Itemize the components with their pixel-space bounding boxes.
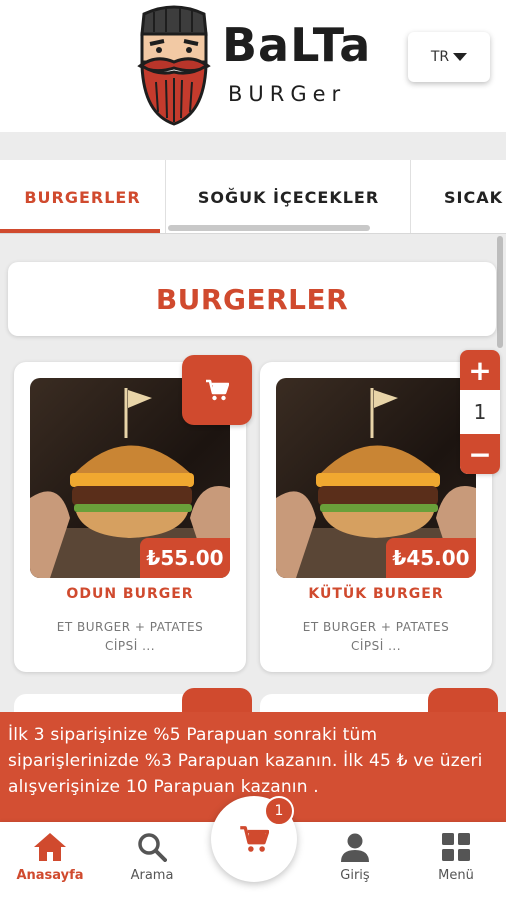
tab-sicak[interactable]: SICAK (412, 160, 506, 233)
mascot-logo-icon (137, 5, 211, 126)
cart-icon (206, 379, 229, 401)
product-description: ET BURGER + PATATES CİPSİ ... (302, 620, 450, 653)
cart-icon (240, 826, 269, 852)
caret-down-icon (453, 53, 468, 61)
quantity-value: 1 (473, 400, 487, 424)
tabs-scrollbar[interactable] (168, 225, 370, 231)
balta-burger-logo[interactable]: BaLTa BURGer (134, 4, 384, 128)
brand-subtitle: BURGer (228, 82, 347, 106)
section-title: BURGERLER (8, 262, 496, 336)
tab-soguk-icecekler[interactable]: SOĞUK İÇECEKLER (167, 160, 411, 233)
increase-quantity-button[interactable]: + (460, 350, 500, 390)
decrease-quantity-button[interactable]: − (460, 434, 500, 474)
language-label: TR (430, 49, 450, 65)
search-icon (138, 833, 167, 862)
brand-name: BaLTa (222, 18, 372, 72)
active-tab-indicator (0, 229, 160, 233)
product-card[interactable]: ₺45.00 KÜTÜK BURGER ET BURGER + PATATES … (260, 362, 492, 672)
user-icon (341, 833, 369, 862)
app-header: BaLTa BURGer TR (0, 0, 506, 132)
nav-login[interactable]: Giriş (310, 832, 400, 896)
language-selector[interactable]: TR (408, 32, 490, 82)
nav-home[interactable]: Anasayfa (5, 832, 95, 896)
product-price: ₺45.00 (386, 538, 476, 578)
product-price: ₺55.00 (140, 538, 230, 578)
cart-count-badge: 1 (264, 796, 294, 826)
category-tabs: BURGERLER SOĞUK İÇECEKLER SICAK (0, 160, 506, 234)
quantity-stepper: + 1 − (460, 350, 500, 474)
nav-menu-label: Menü (438, 868, 474, 883)
grid-menu-icon (442, 833, 470, 861)
nav-menu[interactable]: Menü (411, 832, 501, 896)
add-to-cart-button[interactable] (182, 355, 252, 425)
home-icon (34, 833, 66, 861)
product-name: ODUN BURGER (66, 586, 194, 602)
product-description: ET BURGER + PATATES CİPSİ ... (56, 620, 204, 653)
tab-burgerler[interactable]: BURGERLER (0, 160, 166, 233)
nav-search[interactable]: Arama (107, 832, 197, 896)
page-scrollbar[interactable] (497, 236, 503, 348)
nav-search-label: Arama (130, 868, 174, 883)
nav-login-label: Giriş (340, 868, 370, 883)
nav-home-label: Anasayfa (16, 868, 84, 883)
product-name: KÜTÜK BURGER (308, 586, 444, 602)
